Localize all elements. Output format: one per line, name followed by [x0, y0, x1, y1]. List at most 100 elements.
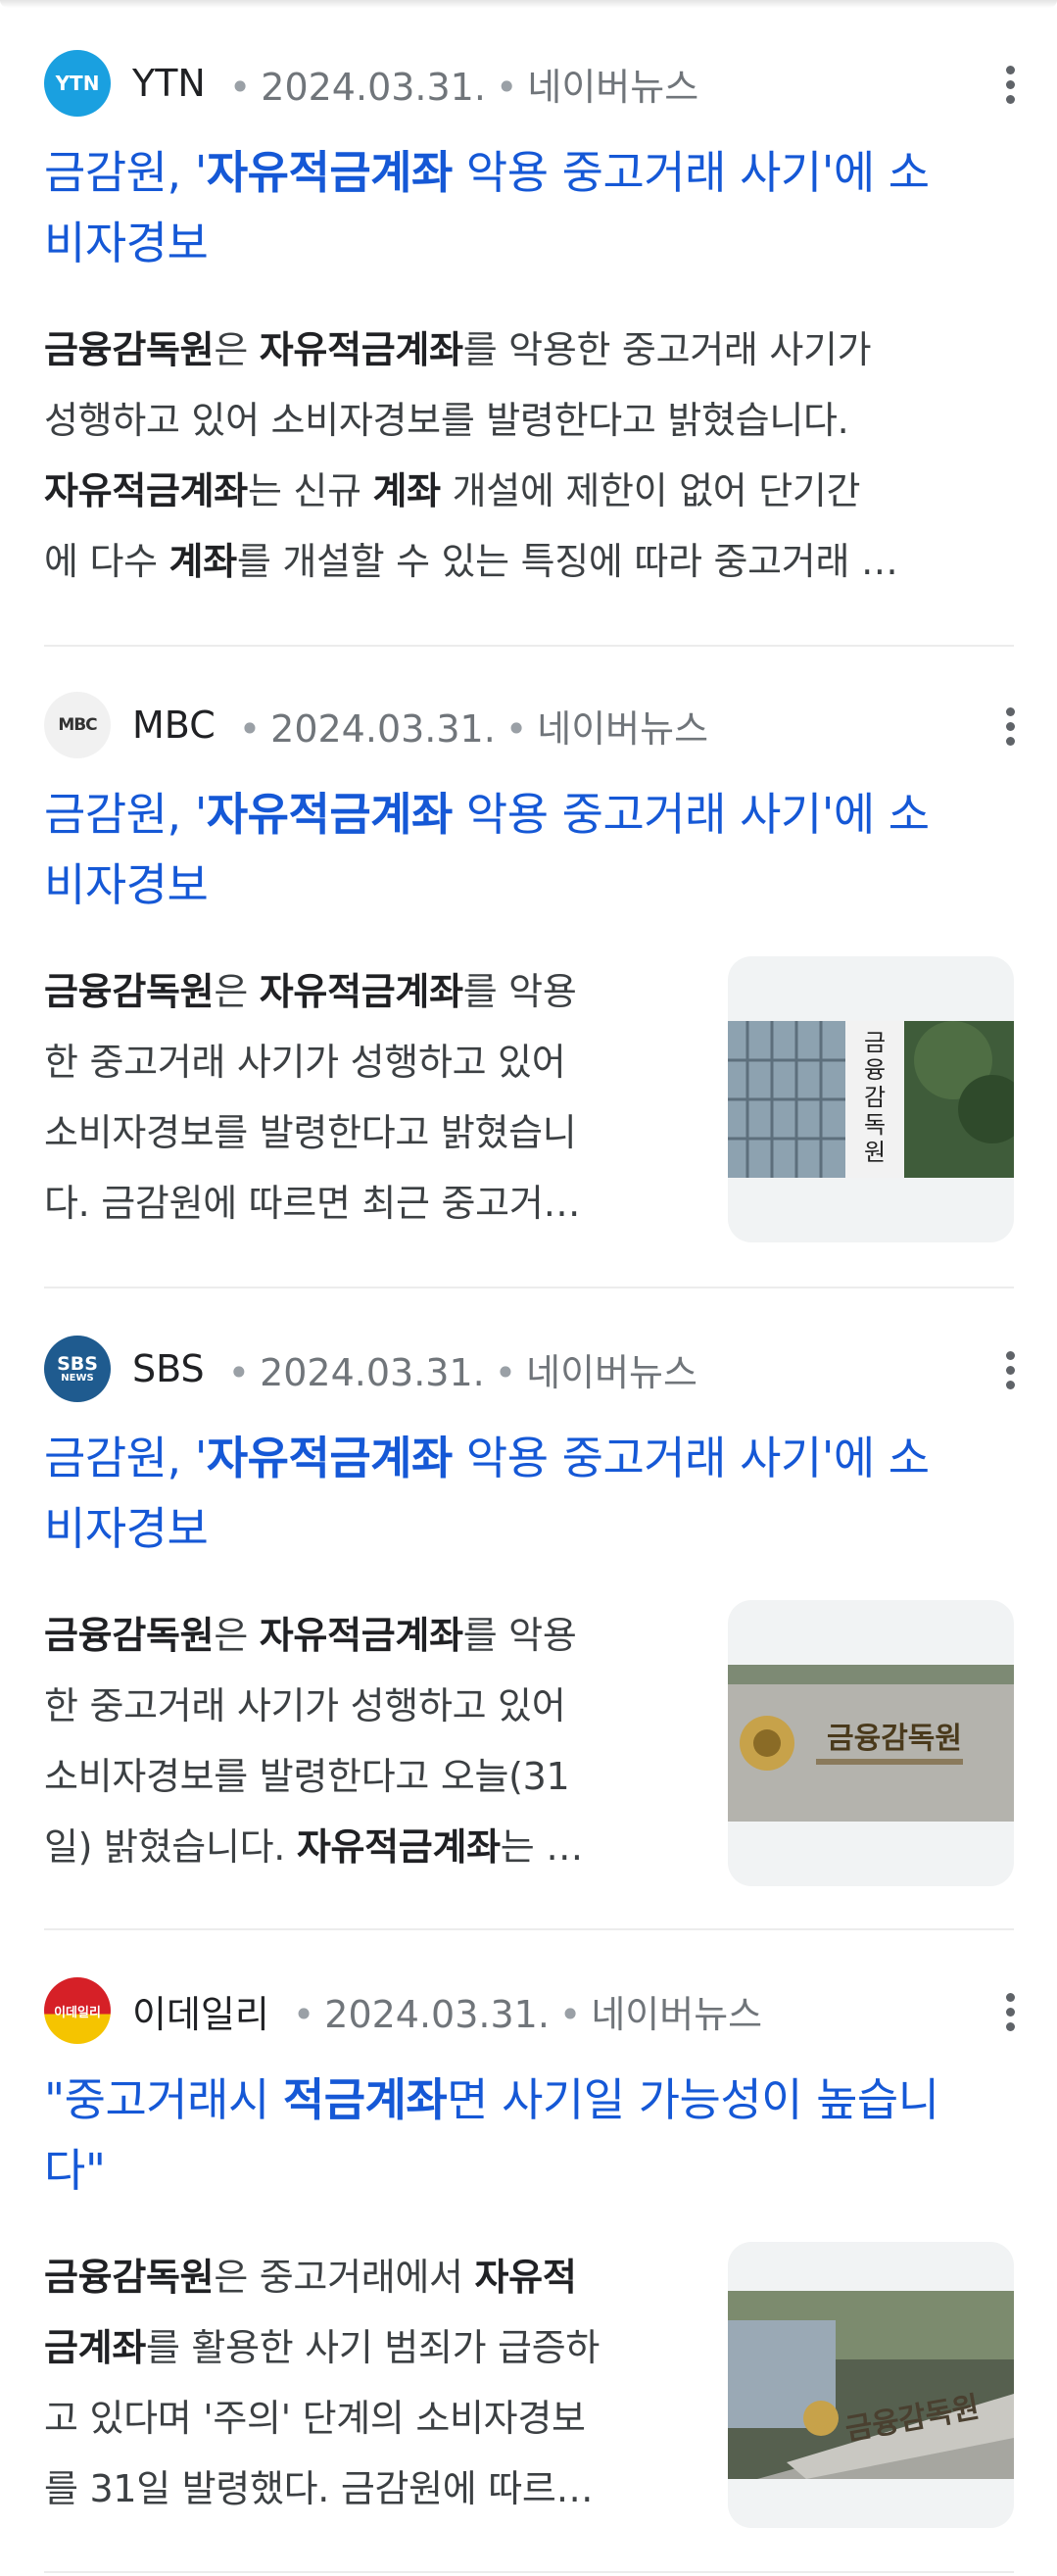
snippet-highlight: 금융감독원 [44, 2256, 215, 2299]
mbc-logo: MBC [44, 692, 111, 758]
result-snippet: 금융감독원은 자유적금계좌를 악용한 중고거래 사기가 성행하고 있어 소비자경보… [44, 315, 1014, 597]
snippet-line: 일) 밝혔습니다. 자유적금계좌는 … [44, 1812, 710, 1882]
divider [44, 1287, 1014, 1288]
result-title[interactable]: "중고거래시 적금계좌면 사기일 가능성이 높습니 다" [44, 2065, 1014, 2206]
source-name[interactable]: MBC [132, 704, 216, 747]
sign-text: 금융감독원 [827, 1722, 962, 1756]
snippet-text: 개설에 제한이 없어 단기간 [440, 469, 861, 512]
snippet-highlight: 금융감독원 [44, 328, 215, 371]
snippet-highlight: 금융감독원 [44, 970, 215, 1013]
result-title[interactable]: 금감원, '자유적금계좌 악용 중고거래 사기'에 소 비자경보 [44, 1423, 1014, 1564]
sign-photo: 금융감독원 [728, 2291, 1014, 2479]
meta: • 2024.03.31. • 네이버뉴스 [238, 706, 709, 751]
snippet-line: 한 중고거래 사기가 성행하고 있어 [44, 1027, 710, 1097]
sbs-logo: SBS NEWS [44, 1336, 111, 1402]
source-row: 이데일리 이데일리 • 2024.03.31. • 네이버뉴스 [44, 1976, 1014, 2045]
snippet-highlight: 계좌 [168, 540, 238, 583]
source-row: SBS NEWS SBS • 2024.03.31. • 네이버뉴스 [44, 1335, 1014, 1403]
result-snippet: 금융감독원은 자유적금계좌를 악용한 중고거래 사기가 성행하고 있어소비자경보… [44, 956, 710, 1239]
date: 2024.03.31. [324, 1992, 550, 2036]
source-row: YTN YTN • 2024.03.31. • 네이버뉴스 [44, 49, 1014, 118]
snippet-line: 에 다수 계좌를 개설할 수 있는 특징에 따라 중고거래 … [44, 526, 1014, 597]
thumbnail-image[interactable]: 금융감독원 [728, 956, 1014, 1242]
snippet-line: 고 있다며 '주의' 단계의 소비자경보 [44, 2383, 710, 2454]
thumbnail-image[interactable]: 금융감독원 [728, 2242, 1014, 2528]
more-options-icon[interactable] [990, 1982, 1030, 2041]
snippet-line: 금융감독원은 중고거래에서 자유적 [44, 2242, 710, 2312]
thumbnail-image[interactable]: 금융감독원 [728, 1600, 1014, 1886]
snippet-text: 고 있다며 '주의' 단계의 소비자경보 [44, 2397, 586, 2440]
provider[interactable]: 네이버뉴스 [537, 707, 708, 751]
snippet-text: 를 개설할 수 있는 특징에 따라 중고거래 … [236, 540, 898, 583]
snippet-text: 일) 밝혔습니다. [44, 1825, 297, 1869]
snippet-text: 는 신규 [247, 469, 373, 512]
provider[interactable]: 네이버뉴스 [526, 1351, 697, 1394]
snippet-highlight: 자유적금계좌 [259, 328, 463, 371]
source-name[interactable]: YTN [132, 62, 206, 105]
provider[interactable]: 네이버뉴스 [591, 1993, 762, 2036]
snippet-line: 를 31일 발령했다. 금감원에 따르… [44, 2454, 710, 2524]
divider [44, 2571, 1014, 2573]
snippet-text: 한 중고거래 사기가 성행하고 있어 [44, 1041, 566, 1084]
date: 2024.03.31. [270, 706, 496, 751]
snippet-line: 금융감독원은 자유적금계좌를 악용 [44, 1600, 710, 1671]
more-options-icon[interactable] [990, 1340, 1030, 1399]
snippet-text: 소비자경보를 발령한다고 오늘(31 [44, 1755, 570, 1798]
snippet-line: 다. 금감원에 따르면 최근 중고거… [44, 1168, 710, 1239]
date: 2024.03.31. [261, 65, 486, 109]
source-row: MBC MBC • 2024.03.31. • 네이버뉴스 [44, 691, 1014, 759]
snippet-text: 성행하고 있어 소비자경보를 발령한다고 밝혔습니다. [44, 399, 849, 442]
more-options-icon[interactable] [990, 55, 1030, 114]
more-options-icon[interactable] [990, 697, 1030, 755]
meta: • 2024.03.31. • 네이버뉴스 [227, 1350, 697, 1394]
snippet-highlight: 계좌 [372, 469, 442, 512]
sign-text: 금융감독원 [864, 1029, 886, 1166]
source-name[interactable]: 이데일리 [132, 1984, 269, 2038]
snippet-text: 다. 금감원에 따르면 최근 중고거… [44, 1182, 581, 1225]
snippet-line: 성행하고 있어 소비자경보를 발령한다고 밝혔습니다. [44, 385, 1014, 456]
snippet-text: 은 [214, 1614, 260, 1657]
snippet-text: 한 중고거래 사기가 성행하고 있어 [44, 1684, 566, 1727]
building-photo: 금융감독원 [728, 1021, 1014, 1178]
snippet-highlight: 금계좌 [44, 2326, 146, 2369]
top-edge [0, 0, 1057, 8]
snippet-text: 를 악용 [462, 970, 577, 1013]
ytn-logo: YTN [44, 50, 111, 117]
divider [44, 645, 1014, 647]
snippet-highlight: 자유적금계좌 [259, 1614, 463, 1657]
snippet-line: 한 중고거래 사기가 성행하고 있어 [44, 1671, 710, 1741]
provider[interactable]: 네이버뉴스 [527, 66, 698, 109]
snippet-line: 금계좌를 활용한 사기 범죄가 급증하 [44, 2312, 710, 2383]
snippet-highlight: 자유적 [474, 2256, 577, 2299]
snippet-line: 금융감독원은 자유적금계좌를 악용한 중고거래 사기가 [44, 315, 1014, 385]
snippet-text: 는 … [500, 1825, 583, 1869]
edaily-logo: 이데일리 [44, 1977, 111, 2044]
result-snippet: 금융감독원은 자유적금계좌를 악용 한 중고거래 사기가 성행하고 있어 소비자경보… [44, 1600, 710, 1882]
snippet-highlight: 자유적금계좌 [296, 1825, 501, 1869]
snippet-line: 금융감독원은 자유적금계좌를 악용 [44, 956, 710, 1027]
snippet-line: 소비자경보를 발령한다고 밝혔습니 [44, 1097, 710, 1168]
snippet-line: 소비자경보를 발령한다고 오늘(31 [44, 1741, 710, 1812]
divider [44, 1928, 1014, 1930]
snippet-text: 를 31일 발령했다. 금감원에 따르… [44, 2467, 594, 2510]
snippet-highlight: 자유적금계좌 [259, 970, 463, 1013]
snippet-text: 를 악용한 중고거래 사기가 [462, 328, 872, 371]
sign-photo: 금융감독원 [728, 1665, 1014, 1822]
snippet-text: 를 악용 [462, 1614, 577, 1657]
snippet-highlight: 자유적금계좌 [44, 469, 248, 512]
source-name[interactable]: SBS [132, 1347, 205, 1390]
snippet-text: 은 [214, 328, 260, 371]
snippet-highlight: 금융감독원 [44, 1614, 215, 1657]
snippet-line: 자유적금계좌는 신규 계좌 개설에 제한이 없어 단기간 [44, 456, 1014, 526]
snippet-text: 은 [214, 970, 260, 1013]
meta: • 2024.03.31. • 네이버뉴스 [228, 65, 699, 109]
result-title[interactable]: 금감원, '자유적금계좌 악용 중고거래 사기'에 소 비자경보 [44, 779, 1014, 920]
snippet-text: 에 다수 [44, 540, 169, 583]
snippet-text: 소비자경보를 발령한다고 밝혔습니 [44, 1111, 577, 1154]
meta: • 2024.03.31. • 네이버뉴스 [292, 1992, 763, 2036]
result-snippet: 금융감독원은 중고거래에서 자유적 금계좌를 활용한 사기 범죄가 급증하 고 있다… [44, 2242, 710, 2524]
snippet-text: 은 중고거래에서 [214, 2256, 475, 2299]
snippet-text: 를 활용한 사기 범죄가 급증하 [145, 2326, 601, 2369]
date: 2024.03.31. [260, 1350, 485, 1394]
result-title[interactable]: 금감원, '자유적금계좌 악용 중고거래 사기'에 소 비자경보 [44, 137, 1014, 278]
